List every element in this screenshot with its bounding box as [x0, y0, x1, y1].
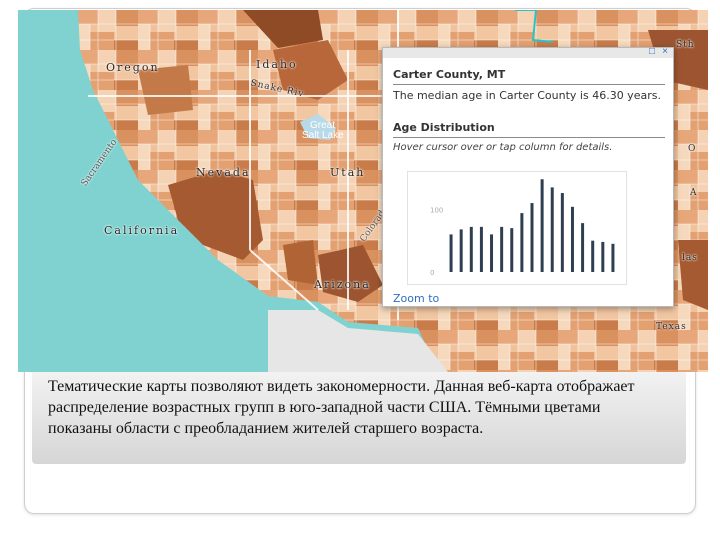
- age-distribution-svg[interactable]: 0 100: [408, 172, 626, 284]
- age-bar-10[interactable]: [550, 187, 554, 272]
- age-bar-13[interactable]: [581, 223, 585, 272]
- zoom-to-link[interactable]: Zoom to: [393, 292, 439, 305]
- popup-description: The median age in Carter County is 46.30…: [393, 89, 661, 102]
- y-tick-label-1: 100: [430, 206, 443, 214]
- label-utah: Utah: [330, 166, 366, 179]
- age-bar-14[interactable]: [591, 240, 595, 272]
- caption-box: Тематические карты позволяют видеть зако…: [32, 372, 686, 464]
- label-texas: Texas: [656, 322, 687, 332]
- maximize-icon[interactable]: □: [649, 47, 655, 57]
- label-nevada: Nevada: [196, 166, 251, 179]
- caption-text: Тематические карты позволяют видеть зако…: [48, 378, 635, 437]
- age-bar-8[interactable]: [530, 203, 534, 272]
- age-bar-7[interactable]: [520, 213, 524, 272]
- age-bar-4[interactable]: [490, 234, 494, 272]
- age-distribution-chart[interactable]: 0 100: [407, 171, 627, 285]
- popup-title-bar: [383, 48, 673, 58]
- age-bar-1[interactable]: [459, 229, 463, 272]
- age-bar-3[interactable]: [479, 226, 483, 272]
- age-bar-5[interactable]: [500, 226, 504, 272]
- popup-hint: Hover cursor over or tap column for deta…: [393, 142, 613, 153]
- label-great-salt-lake-2: Salt Lake: [302, 130, 344, 141]
- label-edge-sth: Sth: [676, 40, 695, 50]
- y-tick-label-0: 0: [430, 269, 434, 277]
- county-popup[interactable]: □ × Carter County, MT The median age in …: [382, 47, 674, 307]
- label-idaho: Idaho: [256, 58, 298, 71]
- age-bar-9[interactable]: [540, 179, 544, 272]
- popup-title: Carter County, MT: [393, 68, 665, 85]
- dark-county-south[interactable]: [283, 240, 318, 285]
- label-edge-o: O: [688, 144, 697, 154]
- age-bar-11[interactable]: [560, 193, 564, 272]
- label-california: California: [104, 224, 180, 237]
- label-edge-las: las: [682, 253, 698, 263]
- age-bar-12[interactable]: [570, 206, 574, 272]
- close-icon[interactable]: ×: [662, 47, 668, 57]
- label-oregon: Oregon: [106, 61, 160, 74]
- label-edge-a: A: [690, 188, 698, 198]
- age-bar-15[interactable]: [601, 241, 605, 272]
- label-arizona: Arizona: [314, 278, 371, 291]
- age-bar-0[interactable]: [449, 234, 453, 272]
- age-bar-16[interactable]: [611, 243, 615, 272]
- age-bar-6[interactable]: [510, 228, 514, 272]
- popup-subtitle: Age Distribution: [393, 121, 665, 138]
- age-bar-2[interactable]: [469, 226, 473, 272]
